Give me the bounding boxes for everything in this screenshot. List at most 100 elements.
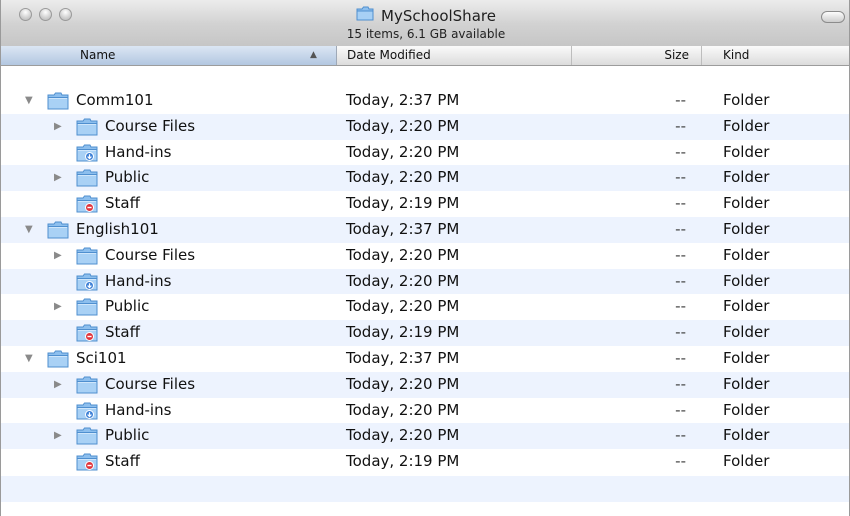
list-item[interactable]: Hand-ins Today, 2:20 PM -- Folder bbox=[1, 140, 849, 166]
item-date-modified: Today, 2:19 PM bbox=[346, 194, 460, 213]
item-date-modified: Today, 2:20 PM bbox=[346, 400, 460, 419]
item-size: -- bbox=[675, 374, 686, 393]
restricted-folder-icon bbox=[76, 453, 98, 475]
item-kind: Folder bbox=[723, 348, 770, 367]
list-item[interactable]: Hand-ins Today, 2:20 PM -- Folder bbox=[1, 398, 849, 424]
item-size: -- bbox=[675, 116, 686, 135]
item-size: -- bbox=[675, 426, 686, 445]
list-item[interactable]: Staff Today, 2:19 PM -- Folder bbox=[1, 449, 849, 475]
item-name: English101 bbox=[76, 219, 159, 238]
folder-icon bbox=[76, 118, 98, 140]
item-kind: Folder bbox=[723, 400, 770, 419]
restricted-folder-icon bbox=[76, 324, 98, 346]
disclosure-triangle-collapsed-icon[interactable]: ▶ bbox=[54, 165, 62, 191]
list-item[interactable]: ▶ Public Today, 2:20 PM -- Folder bbox=[1, 423, 849, 450]
item-date-modified: Today, 2:37 PM bbox=[346, 91, 460, 109]
column-header-kind[interactable]: Kind bbox=[702, 46, 849, 65]
list-item[interactable]: ▶ Public Today, 2:20 PM -- Folder bbox=[1, 294, 849, 320]
column-header-name[interactable]: Name ▲ bbox=[1, 46, 337, 65]
item-size: -- bbox=[675, 271, 686, 290]
item-date-modified: Today, 2:20 PM bbox=[346, 374, 460, 393]
item-name: Sci101 bbox=[76, 348, 127, 367]
list-item[interactable]: ▼ English101 Today, 2:37 PM -- Folder bbox=[1, 216, 849, 243]
item-kind: Folder bbox=[723, 91, 770, 109]
folder-icon bbox=[76, 169, 98, 191]
item-kind: Folder bbox=[723, 116, 770, 135]
item-name: Hand-ins bbox=[105, 400, 172, 419]
dropbox-folder-icon bbox=[76, 402, 98, 424]
item-kind: Folder bbox=[723, 168, 770, 187]
item-date-modified: Today, 2:37 PM bbox=[346, 219, 460, 238]
status-text: 15 items, 6.1 GB available bbox=[346, 27, 506, 41]
disclosure-triangle-collapsed-icon[interactable]: ▶ bbox=[54, 423, 62, 449]
item-name: Staff bbox=[105, 323, 140, 342]
item-date-modified: Today, 2:20 PM bbox=[346, 116, 460, 135]
item-date-modified: Today, 2:19 PM bbox=[346, 323, 460, 342]
item-name: Staff bbox=[105, 194, 140, 213]
item-date-modified: Today, 2:20 PM bbox=[346, 168, 460, 187]
column-header-size[interactable]: Size bbox=[572, 46, 702, 65]
column-header-name-label: Name bbox=[80, 48, 116, 62]
disclosure-triangle-expanded-icon[interactable]: ▼ bbox=[25, 88, 33, 114]
column-header-size-label: Size bbox=[664, 48, 689, 62]
disclosure-triangle-expanded-icon[interactable]: ▼ bbox=[25, 217, 33, 243]
list-item[interactable]: Staff Today, 2:19 PM -- Folder bbox=[1, 191, 849, 217]
item-kind: Folder bbox=[723, 219, 770, 238]
item-kind: Folder bbox=[723, 194, 770, 213]
item-name: Public bbox=[105, 297, 150, 316]
item-size: -- bbox=[675, 400, 686, 419]
list-item[interactable]: ▶ Course Files Today, 2:20 PM -- Folder bbox=[1, 113, 849, 140]
item-size: -- bbox=[675, 452, 686, 471]
item-date-modified: Today, 2:20 PM bbox=[346, 297, 460, 316]
folder-icon bbox=[76, 376, 98, 398]
disclosure-triangle-collapsed-icon[interactable]: ▶ bbox=[54, 114, 62, 140]
disclosure-triangle-collapsed-icon[interactable]: ▶ bbox=[54, 372, 62, 398]
title-bar[interactable]: MySchoolShare 15 items, 6.1 GB available bbox=[1, 0, 849, 47]
list-item[interactable]: ▶ Public Today, 2:20 PM -- Folder bbox=[1, 165, 849, 192]
folder-icon bbox=[47, 350, 69, 372]
item-name: Hand-ins bbox=[105, 271, 172, 290]
list-item[interactable]: ▼ Comm101 Today, 2:37 PM -- Folder bbox=[1, 88, 849, 114]
item-size: -- bbox=[675, 245, 686, 264]
item-size: -- bbox=[675, 297, 686, 316]
item-name: Staff bbox=[105, 452, 140, 471]
list-item[interactable]: ▼ Sci101 Today, 2:37 PM -- Folder bbox=[1, 346, 849, 372]
item-name: Hand-ins bbox=[105, 142, 172, 161]
folder-icon bbox=[76, 298, 98, 320]
item-size: -- bbox=[675, 142, 686, 161]
item-name: Public bbox=[105, 426, 150, 445]
item-size: -- bbox=[675, 348, 686, 367]
item-kind: Folder bbox=[723, 323, 770, 342]
item-size: -- bbox=[675, 194, 686, 213]
column-header-date-label: Date Modified bbox=[347, 48, 431, 62]
list-item[interactable]: Hand-ins Today, 2:20 PM -- Folder bbox=[1, 268, 849, 295]
file-list: ▼ Comm101 Today, 2:37 PM -- Folder ▶ Course Fi… bbox=[1, 88, 849, 475]
toolbar-toggle-button[interactable] bbox=[821, 11, 845, 23]
list-item[interactable]: Staff Today, 2:19 PM -- Folder bbox=[1, 320, 849, 346]
disclosure-triangle-collapsed-icon[interactable]: ▶ bbox=[54, 294, 62, 320]
item-name: Course Files bbox=[105, 116, 196, 135]
item-date-modified: Today, 2:20 PM bbox=[346, 245, 460, 264]
item-kind: Folder bbox=[723, 452, 770, 471]
folder-icon bbox=[76, 427, 98, 449]
item-size: -- bbox=[675, 91, 686, 109]
sort-ascending-icon: ▲ bbox=[310, 50, 317, 60]
dropbox-folder-icon bbox=[76, 144, 98, 166]
column-header-date[interactable]: Date Modified bbox=[337, 46, 572, 65]
item-date-modified: Today, 2:19 PM bbox=[346, 452, 460, 471]
disclosure-triangle-collapsed-icon[interactable]: ▶ bbox=[54, 243, 62, 269]
dropbox-folder-icon bbox=[76, 273, 98, 295]
item-kind: Folder bbox=[723, 245, 770, 264]
item-date-modified: Today, 2:20 PM bbox=[346, 142, 460, 161]
item-name: Course Files bbox=[105, 245, 196, 264]
disclosure-triangle-expanded-icon[interactable]: ▼ bbox=[25, 346, 33, 372]
item-kind: Folder bbox=[723, 271, 770, 290]
window-title: MySchoolShare bbox=[1, 6, 849, 25]
item-size: -- bbox=[675, 323, 686, 342]
restricted-folder-icon bbox=[76, 195, 98, 217]
folder-icon bbox=[47, 221, 69, 243]
column-header: Name ▲ Date Modified Size Kind bbox=[1, 46, 849, 66]
list-item[interactable]: ▶ Course Files Today, 2:20 PM -- Folder bbox=[1, 371, 849, 398]
item-name: Comm101 bbox=[76, 91, 154, 109]
list-item[interactable]: ▶ Course Files Today, 2:20 PM -- Folder bbox=[1, 243, 849, 269]
